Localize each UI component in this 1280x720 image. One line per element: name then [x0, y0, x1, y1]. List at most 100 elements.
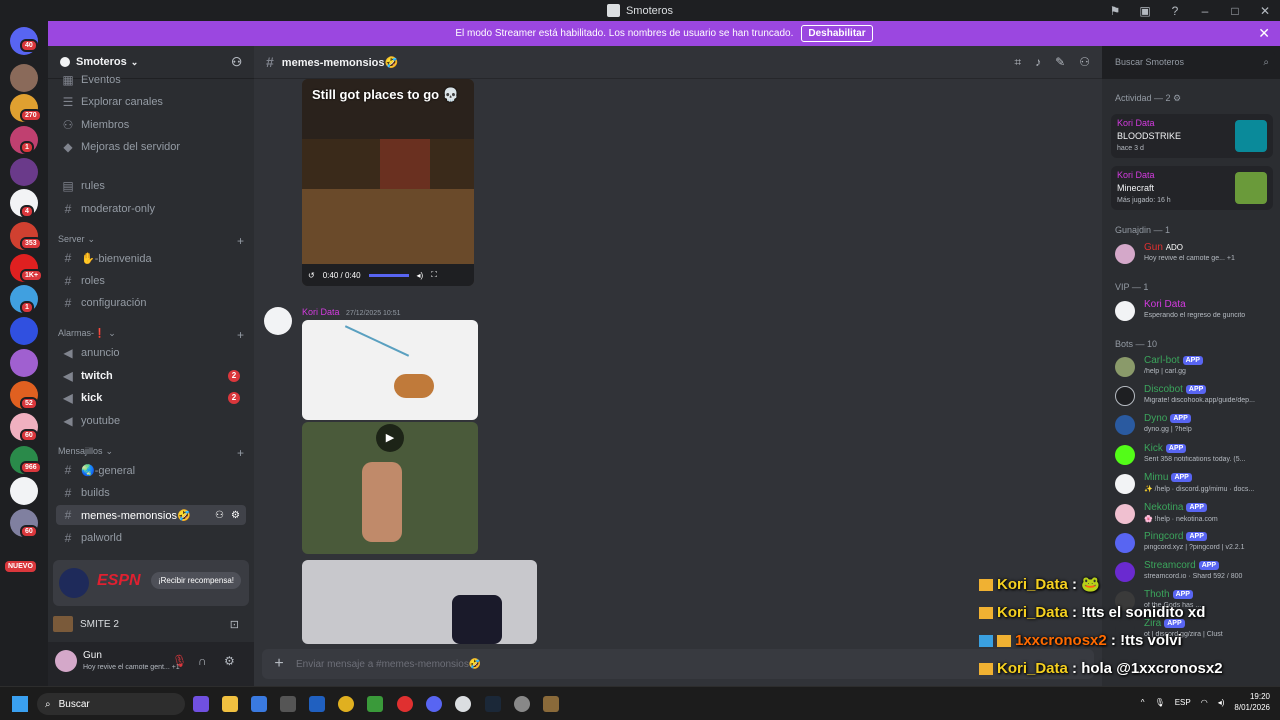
attach-plus-icon[interactable]: +	[262, 655, 296, 673]
member-row[interactable]: Kori Data Esperando el regreso de guncit…	[1115, 297, 1275, 325]
avatar[interactable]	[55, 650, 77, 672]
replay-icon[interactable]: ↺	[308, 271, 315, 280]
server-icon[interactable]	[10, 477, 38, 505]
bell-icon[interactable]: ♪	[1035, 55, 1041, 70]
member-list-icon[interactable]: ⚇	[1079, 55, 1090, 70]
server-icon[interactable]	[10, 158, 38, 186]
channel-bienvenida[interactable]: # ✋-bienvenida	[56, 248, 246, 268]
channel-anuncio[interactable]: ◀ anuncio	[56, 343, 246, 363]
add-channel-icon[interactable]: +	[237, 328, 244, 342]
add-channel-icon[interactable]: +	[237, 234, 244, 248]
add-channel-icon[interactable]: +	[237, 446, 244, 460]
headphones-icon[interactable]: ∩	[198, 654, 207, 668]
chrome-icon[interactable]	[338, 696, 354, 712]
channel-roles[interactable]: # roles	[56, 271, 246, 291]
volume-icon[interactable]: ◂)	[1218, 698, 1225, 707]
channel-youtube[interactable]: ◀ youtube	[56, 411, 246, 431]
nav-events[interactable]: ▦ Eventos	[56, 70, 246, 90]
invite-icon[interactable]: ⚇	[215, 510, 224, 521]
avatar[interactable]	[264, 307, 292, 335]
message-author[interactable]: Kori Data	[302, 307, 340, 317]
close-icon[interactable]: ✕	[1258, 25, 1270, 42]
bot-row[interactable]: Carl-bot APP/help | carl.gg	[1115, 353, 1275, 381]
chevron-up-icon[interactable]: ^	[1141, 698, 1145, 707]
obs-icon[interactable]	[455, 696, 471, 712]
inbox-flag-icon[interactable]: ⚑	[1100, 0, 1130, 21]
minecraft-icon[interactable]	[367, 696, 383, 712]
close-window-button[interactable]: ✕	[1250, 0, 1280, 21]
member-row[interactable]: Gun ADO Hoy revive el camote ge... +1	[1115, 240, 1275, 268]
activity-card[interactable]: Kori Data Minecraft Más jugado: 16 h	[1111, 166, 1273, 210]
help-icon[interactable]: ?	[1160, 0, 1190, 21]
language-indicator[interactable]: ESP	[1175, 698, 1191, 707]
stream-icon[interactable]: ⊡	[230, 618, 239, 631]
pin-icon[interactable]: ✎	[1055, 55, 1065, 70]
image-attachment[interactable]	[302, 320, 478, 420]
taskbar-search[interactable]: ⌕ Buscar	[37, 693, 185, 715]
wifi-icon[interactable]: ◠	[1201, 698, 1208, 707]
vscode-icon[interactable]	[309, 696, 325, 712]
channel-twitch[interactable]: ◀ twitch 2	[56, 366, 246, 386]
nav-members[interactable]: ⚇ Miembros	[56, 115, 246, 135]
channel-kick[interactable]: ◀ kick 2	[56, 388, 246, 408]
message-composer[interactable]: + Enviar mensaje a #memes-memonsios🤣	[262, 649, 1094, 679]
mute-mic-icon[interactable]: 🎙	[172, 654, 187, 668]
volume-icon[interactable]: ◂)	[417, 271, 424, 280]
discord-taskbar-icon[interactable]	[426, 696, 442, 712]
store-icon[interactable]	[251, 696, 267, 712]
app-icon[interactable]	[514, 696, 530, 712]
bot-row[interactable]: Nekotina APP 🌸 !help · nekotina.com	[1115, 500, 1275, 528]
disable-streamer-button[interactable]: Deshabilitar	[801, 25, 873, 42]
threads-icon[interactable]: ⌗	[1014, 55, 1021, 70]
play-icon[interactable]: ▶	[376, 424, 404, 452]
copilot-icon[interactable]	[193, 696, 209, 712]
bot-row[interactable]: Pingcord APP pingcord.xyz | ?pingcord | v2…	[1115, 529, 1275, 557]
video-attachment[interactable]: Still got places to go 💀 ↺ 0:40 / 0:40 ◂…	[302, 79, 474, 286]
video-progress[interactable]	[368, 273, 409, 277]
activity-game: SMITE 2	[80, 618, 119, 630]
channel-builds[interactable]: # builds	[56, 483, 246, 503]
file-explorer-icon[interactable]	[222, 696, 238, 712]
activity-card[interactable]: Kori Data BLOODSTRIKE hace 3 d	[1111, 114, 1273, 158]
video-attachment[interactable]: ▶	[302, 422, 478, 554]
gear-icon[interactable]: ⚙	[1173, 93, 1181, 103]
app-icon[interactable]	[280, 696, 296, 712]
bot-row[interactable]: Mimu APP ✨ /help · discord.gg/mimu · docs.…	[1115, 470, 1275, 498]
video-attachment[interactable]	[302, 560, 537, 644]
fullscreen-icon[interactable]: ⛶	[431, 270, 437, 280]
user-settings-gear-icon[interactable]: ⚙	[224, 654, 235, 668]
claim-reward-button[interactable]: ¡Recibir recompensa!	[150, 572, 241, 589]
maximize-button[interactable]: □	[1220, 0, 1250, 21]
category-alarmas[interactable]: Alarmas-❗ ⌄ +	[58, 328, 244, 342]
media-player-icon[interactable]	[397, 696, 413, 712]
channel-configuracion[interactable]: # configuración	[56, 293, 246, 313]
search-input[interactable]: Buscar Smoteros ⌕	[1109, 52, 1275, 72]
bot-name: Pingcord	[1144, 531, 1184, 542]
server-icon[interactable]	[10, 349, 38, 377]
bot-row[interactable]: Dyno APP dyno.gg | ?help	[1115, 411, 1275, 439]
activity-panel[interactable]: SMITE 2 ⊡	[53, 612, 249, 636]
server-icon[interactable]	[10, 64, 38, 92]
steam-icon[interactable]	[485, 696, 501, 712]
clock[interactable]: 19:20 8/01/2026	[1234, 691, 1270, 713]
microphone-icon[interactable]: 🎙	[1155, 698, 1165, 707]
member-status-text: Hoy revive el camote ge...	[1144, 255, 1225, 262]
server-icon[interactable]	[10, 317, 38, 345]
nav-server-boosts[interactable]: ◆ Mejoras del servidor	[56, 137, 246, 157]
channel-moderator-only[interactable]: # moderator-only	[56, 199, 246, 219]
monitor-icon[interactable]: ▣	[1130, 0, 1160, 21]
category-server[interactable]: Server ⌄ +	[58, 234, 244, 248]
invite-people-icon[interactable]: ⚇	[231, 55, 242, 69]
bot-row[interactable]: Discobot APP Migrate! discohook.app/guide/…	[1115, 382, 1275, 410]
channel-palworld[interactable]: # palworld	[56, 528, 246, 548]
channel-general[interactable]: # 🌏-general	[56, 460, 246, 480]
nav-browse-channels[interactable]: ☰ Explorar canales	[56, 92, 246, 112]
gear-icon[interactable]: ⚙	[231, 510, 240, 521]
game-icon[interactable]	[543, 696, 559, 712]
category-mensajillos[interactable]: Mensajillos ⌄ +	[58, 446, 244, 460]
minimize-button[interactable]: –	[1190, 0, 1220, 21]
windows-start-icon[interactable]	[12, 696, 28, 712]
channel-rules[interactable]: ▤ rules	[56, 176, 246, 196]
bot-row[interactable]: Kick APP Sent 358 notifications today. (5.…	[1115, 441, 1275, 469]
channel-memes-memonsios[interactable]: # memes-memonsios🤣 ⚇ ⚙	[56, 505, 246, 525]
